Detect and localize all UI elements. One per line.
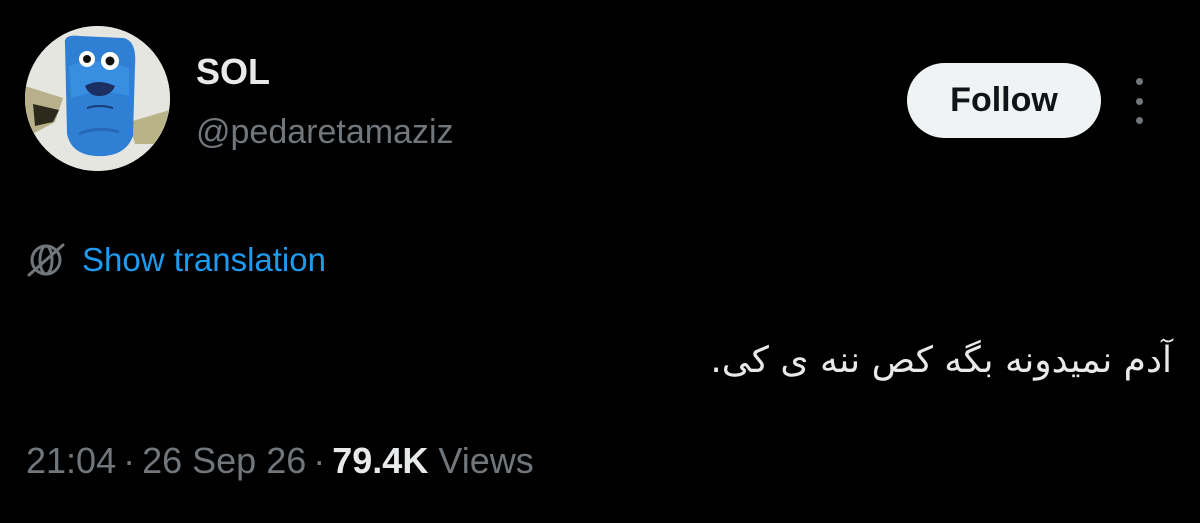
show-translation-label: Show translation [82, 241, 326, 278]
user-handle[interactable]: @pedaretamaziz [196, 112, 454, 152]
tweet-date[interactable]: 26 Sep 26 [142, 440, 306, 481]
more-vertical-icon-dot [1135, 97, 1143, 105]
tweet-metadata: 21:04 · 26 Sep 26 · 79.4K Views [26, 439, 534, 483]
more-vertical-icon-dot [1135, 117, 1143, 124]
display-name[interactable]: SOL [196, 52, 270, 92]
avatar[interactable] [25, 26, 170, 171]
show-translation-link[interactable]: Show translation [26, 238, 326, 282]
follow-button[interactable]: Follow [907, 63, 1101, 138]
more-vertical-icon [1135, 78, 1143, 85]
tweet-time[interactable]: 21:04 [26, 440, 116, 481]
separator-dot: · [123, 440, 136, 481]
tweet-text: آدم نمیدونه بگه کص ننه ی کی. [710, 340, 1172, 381]
separator-dot: · [313, 440, 326, 481]
tweet-card: SOL @pedaretamaziz Follow Show translati… [0, 0, 1200, 523]
more-options-button[interactable] [1124, 78, 1154, 124]
blue-fish-avatar-icon [25, 26, 170, 171]
views-count: 79.4K [332, 440, 429, 481]
globe-icon [27, 243, 65, 277]
views-label: Views [438, 440, 534, 481]
